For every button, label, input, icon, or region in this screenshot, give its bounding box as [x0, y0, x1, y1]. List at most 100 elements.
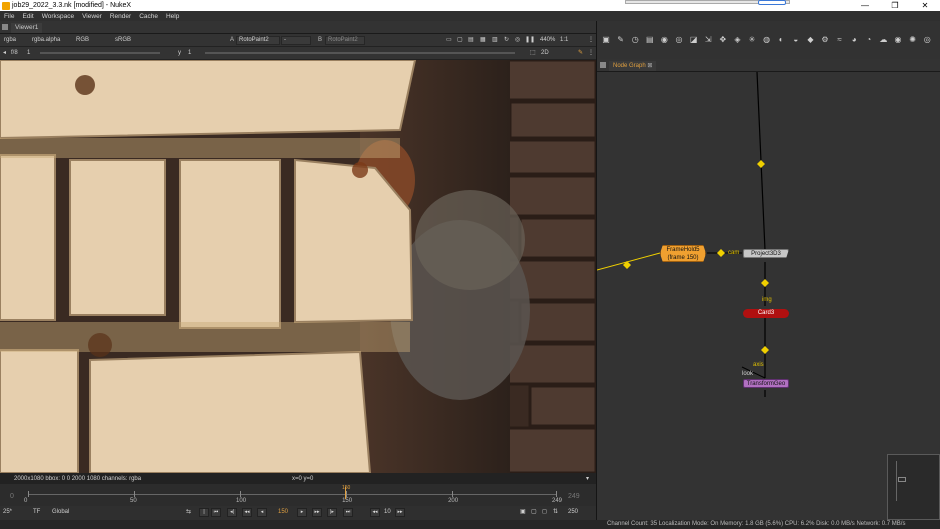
viewer-canvas[interactable] [0, 60, 596, 473]
ocula-icon[interactable]: ◕ [849, 35, 859, 45]
deep-icon[interactable]: ◍ [762, 35, 772, 45]
time-icon[interactable]: ◷ [630, 35, 640, 45]
audio-icon[interactable]: ▢ [531, 508, 537, 517]
skip-end-button[interactable]: ⏭ [343, 508, 353, 517]
node-project3d3[interactable]: Project3D3 [743, 249, 789, 258]
filter-icon[interactable]: ◎ [674, 35, 684, 45]
menu-file[interactable]: File [0, 13, 18, 20]
playback-mode-icon[interactable]: ⇆ [186, 508, 191, 517]
view-mode-icon[interactable]: ⬚ [530, 49, 536, 58]
play-backward-button[interactable]: ◂ [257, 508, 267, 517]
alpha-dropdown[interactable]: rgba.alpha [32, 36, 60, 45]
pause-viewer-icon[interactable]: ❚❚ [525, 36, 535, 45]
colorspace-dropdown[interactable]: RGB [76, 36, 89, 45]
timeline[interactable]: 0 0 50 100 150 200 249 150 249 [0, 484, 596, 506]
composite-dropdown[interactable]: - [281, 36, 311, 45]
maximize-button[interactable]: ❐ [880, 0, 910, 11]
air-icon[interactable]: ☁ [878, 35, 888, 45]
input-a-dropdown[interactable]: RotoPaint2 [236, 36, 280, 45]
channel-icon[interactable]: ▤ [645, 35, 655, 45]
menu-render[interactable]: Render [106, 13, 135, 20]
toolsets-icon[interactable]: ◆ [805, 35, 815, 45]
viewer-options-icon[interactable]: ⋮ [588, 49, 594, 58]
fstop-field[interactable]: f/8 [11, 49, 18, 58]
image-icon[interactable]: ▣ [601, 35, 611, 45]
node-graph-minimap[interactable] [887, 454, 940, 520]
info-expand-icon[interactable]: ▾ [586, 475, 589, 482]
flipbook-icon[interactable]: ▣ [520, 508, 526, 517]
metadata-icon[interactable]: ◒ [791, 35, 801, 45]
sync-icon[interactable]: ⇅ [553, 508, 558, 517]
lock-icon[interactable]: ◻ [542, 508, 547, 517]
zoom-dropdown[interactable]: 440% [540, 36, 555, 45]
gain-icon[interactable]: ◂ [3, 49, 6, 58]
fps-dropdown[interactable]: 25* [3, 508, 12, 517]
increment-back-button[interactable]: ◂◂ [370, 508, 380, 517]
draw-icon[interactable]: ✎ [616, 35, 626, 45]
menu-edit[interactable]: Edit [18, 13, 37, 20]
node-card3[interactable]: Card3 [743, 309, 789, 318]
gamma-field[interactable]: 1 [188, 49, 191, 58]
frame-step-field[interactable]: 1 [27, 49, 30, 58]
channels-dropdown[interactable]: rgba [4, 36, 16, 45]
timeline-end-field[interactable]: 249 [568, 493, 580, 500]
increment-forward-button[interactable]: ▸▸ [395, 508, 405, 517]
menu-cache[interactable]: Cache [135, 13, 162, 20]
color-icon[interactable]: ◉ [659, 35, 669, 45]
safe-area-icon[interactable]: ▢ [457, 36, 463, 45]
node-framehold5[interactable]: FrameHold5 (frame 150) [660, 245, 706, 262]
mask-icon[interactable]: ▦ [480, 36, 486, 45]
close-tab-icon[interactable]: ⊠ [647, 63, 652, 69]
tf-dropdown[interactable]: TF [33, 508, 40, 517]
other-icon[interactable]: ⚙ [820, 35, 830, 45]
menu-viewer[interactable]: Viewer [78, 13, 106, 20]
input-b-dropdown[interactable]: RotoPaint2 [325, 36, 365, 45]
gain-slider[interactable] [40, 52, 160, 54]
tab-viewer1[interactable]: Viewer1 [11, 23, 43, 33]
frame-field[interactable]: 150 [272, 509, 294, 517]
paint-icon[interactable]: ✎ [578, 49, 583, 58]
particles-icon[interactable]: ✳ [747, 35, 757, 45]
overlay-icon[interactable]: ▤ [468, 36, 474, 45]
pane-menu-icon[interactable] [2, 24, 8, 30]
menu-help[interactable]: Help [162, 13, 183, 20]
menu-workspace[interactable]: Workspace [38, 13, 78, 20]
roi-icon[interactable]: ▭ [446, 36, 452, 45]
timeline-track[interactable] [28, 494, 556, 495]
flare-icon[interactable]: ✺ [908, 35, 918, 45]
next-increment-button[interactable]: ▸▸ [312, 508, 322, 517]
end-frame-field[interactable]: 250 [568, 508, 578, 517]
node-transformgeo[interactable]: TransformGeo [743, 379, 789, 388]
play-forward-button[interactable]: ▸ [297, 508, 307, 517]
plugin-icon[interactable]: ◎ [922, 35, 932, 45]
minimize-button[interactable]: — [850, 0, 880, 11]
wipe-icon[interactable]: ▥ [492, 36, 498, 45]
keyer-icon[interactable]: ◪ [689, 35, 699, 45]
increment-field[interactable]: 10 [384, 508, 391, 517]
furnace-icon[interactable]: ≈ [835, 35, 845, 45]
merge-icon[interactable]: ⇲ [703, 35, 713, 45]
timeline-start-field[interactable]: 0 [10, 493, 14, 500]
viewer-menu-icon[interactable]: ⋮ [588, 36, 594, 45]
gamma-slider[interactable] [205, 52, 515, 54]
cara-icon[interactable]: ◔ [864, 35, 874, 45]
prev-keyframe-button[interactable]: ◂| [227, 508, 237, 517]
prev-increment-button[interactable]: ◂◂ [242, 508, 252, 517]
refresh-icon[interactable]: ↻ [504, 36, 509, 45]
pane-menu-icon[interactable] [600, 62, 606, 68]
scope-dropdown[interactable]: Global [52, 508, 69, 517]
view-mode-dropdown[interactable]: 2D [541, 49, 549, 58]
pause-icon[interactable]: ◎ [515, 36, 520, 45]
transform-icon[interactable]: ✥ [718, 35, 728, 45]
skip-start-button[interactable]: ⏮ [211, 508, 221, 517]
next-keyframe-button[interactable]: |▸ [327, 508, 337, 517]
smartvector-icon[interactable]: ◉ [893, 35, 903, 45]
lut-dropdown[interactable]: sRGB [115, 36, 131, 45]
tab-node-graph[interactable]: Node Graph ⊠ [609, 61, 657, 71]
views-icon[interactable]: ◐ [776, 35, 786, 45]
first-frame-button[interactable]: | [199, 508, 209, 517]
3d-icon[interactable]: ◈ [732, 35, 742, 45]
node-graph-canvas[interactable]: FrameHold5 (frame 150) cam Project3D3 im… [597, 72, 940, 520]
close-button[interactable]: ✕ [910, 0, 940, 11]
proxy-dropdown[interactable]: 1:1 [560, 36, 568, 45]
